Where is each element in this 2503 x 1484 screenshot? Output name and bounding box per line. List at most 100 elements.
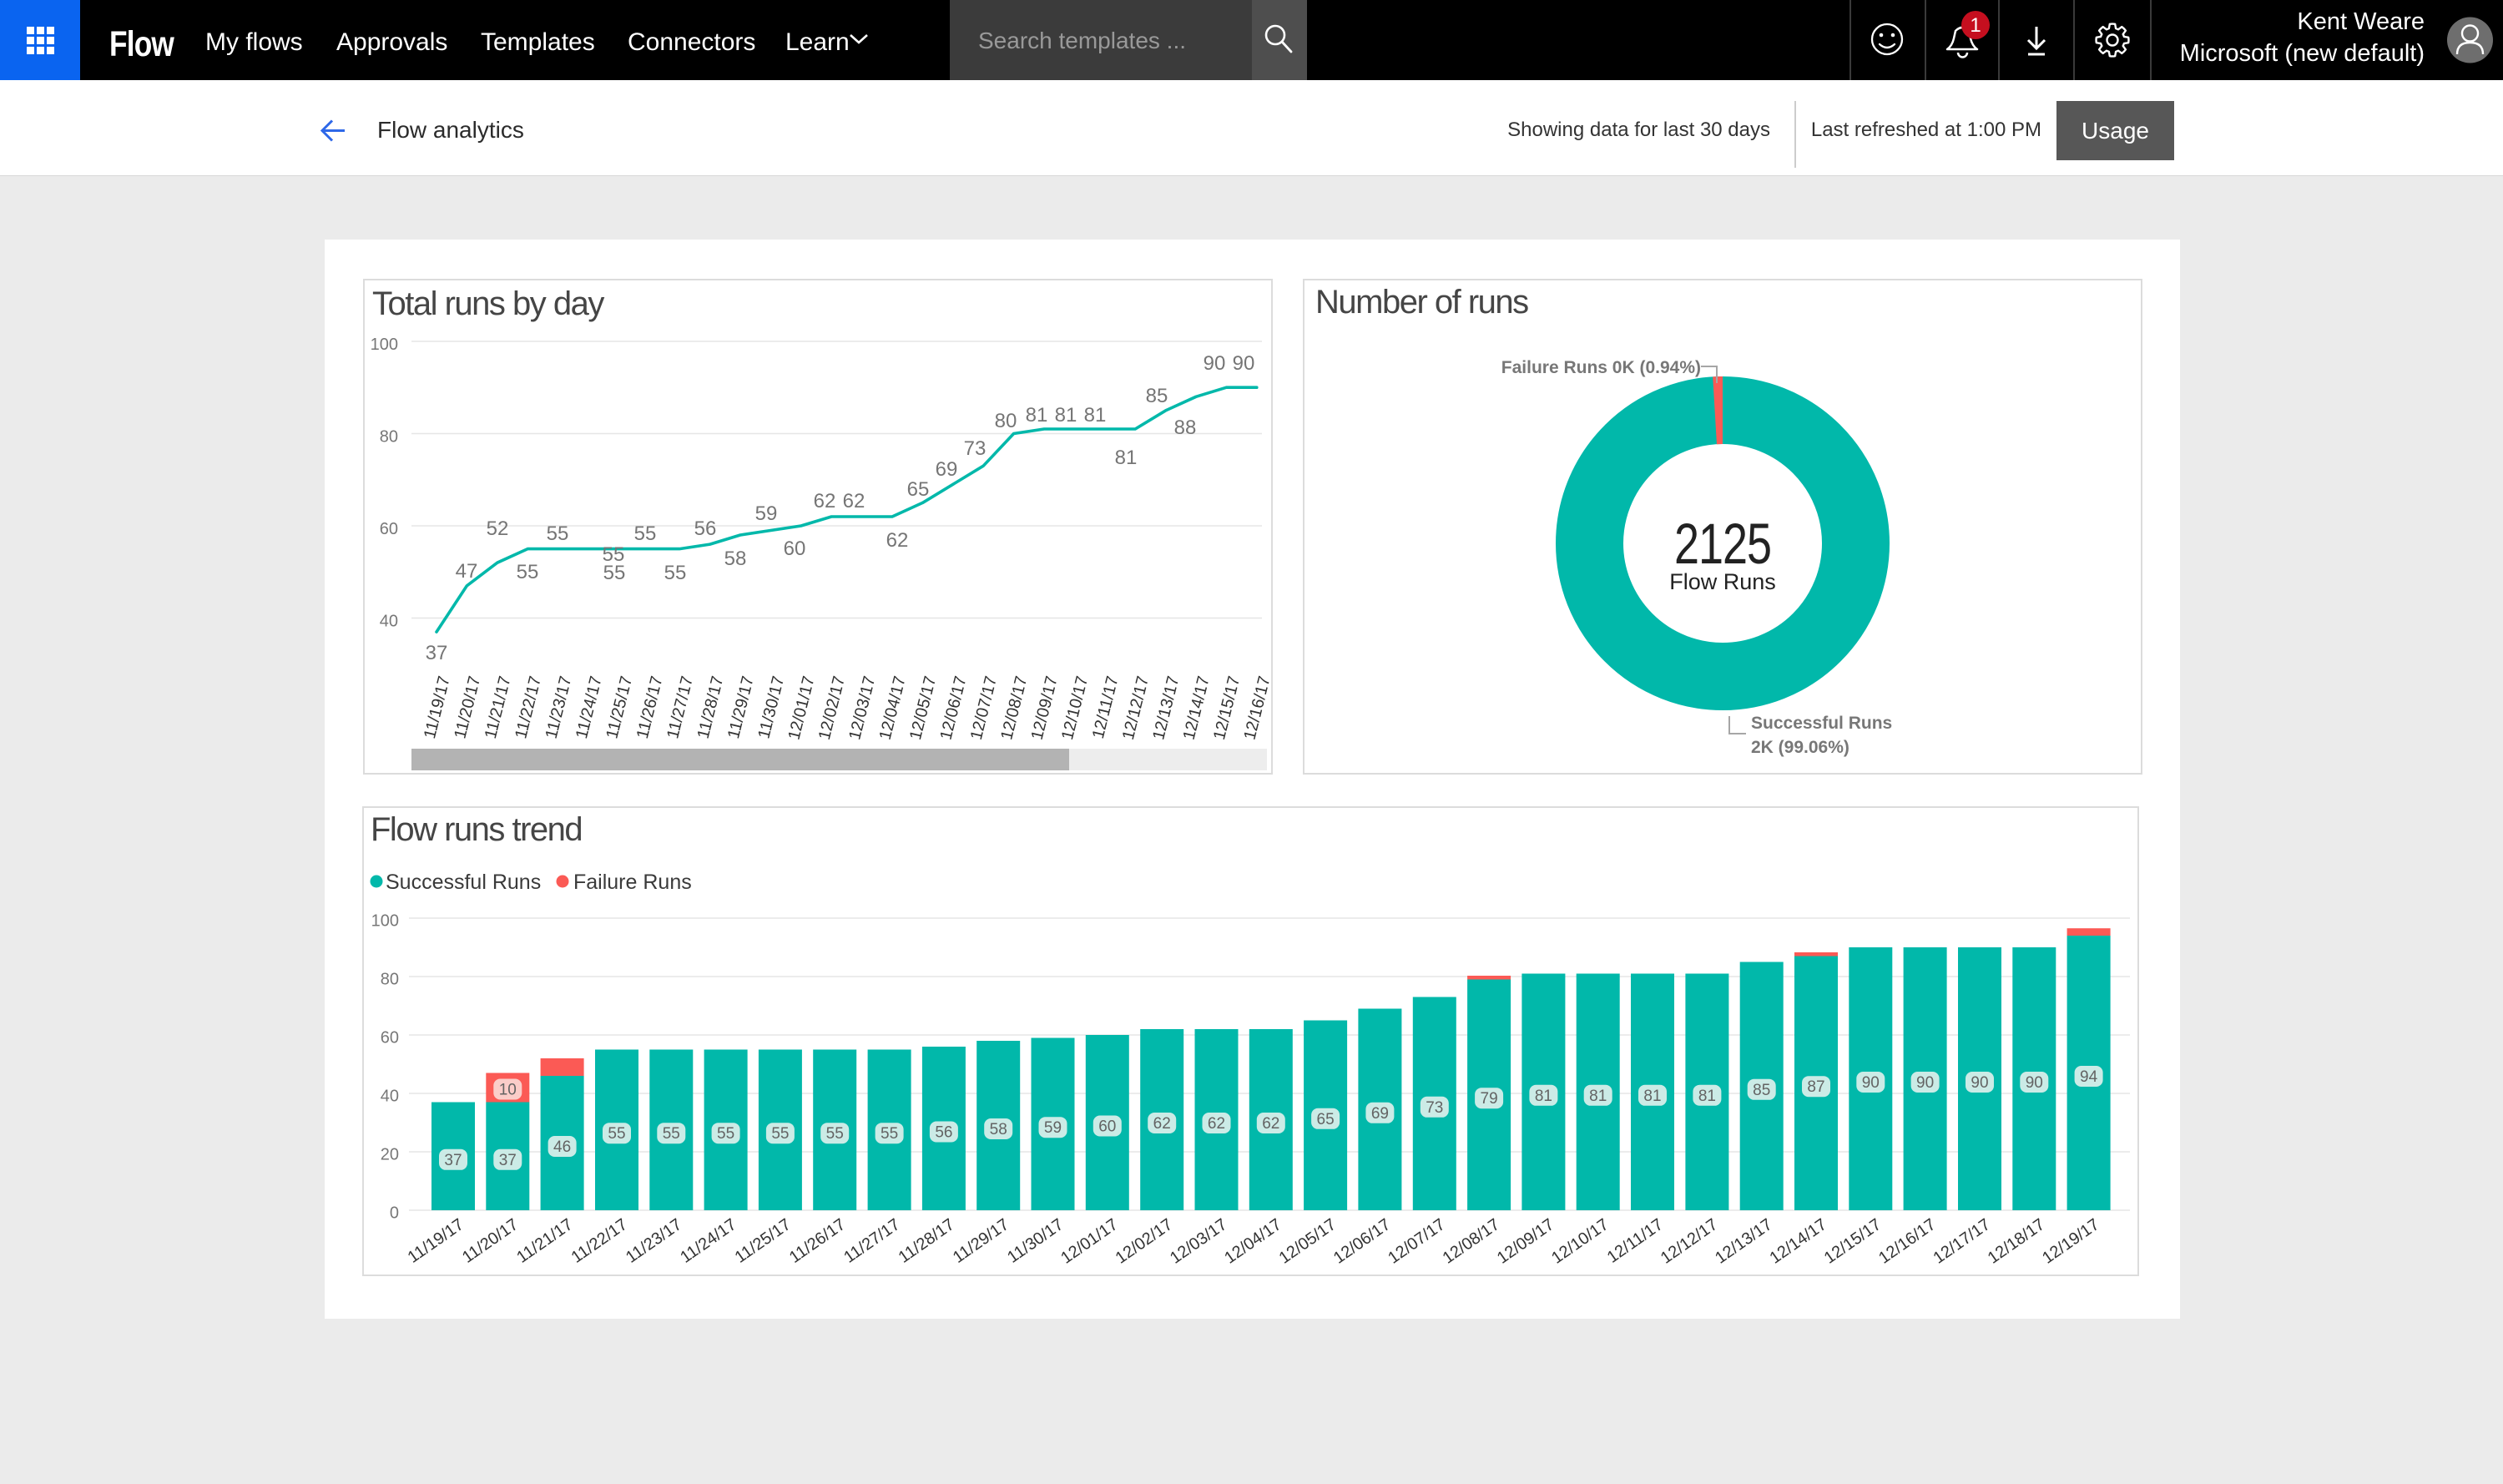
svg-text:11/19/17: 11/19/17 (405, 1215, 467, 1267)
svg-text:90: 90 (1971, 1074, 1988, 1092)
svg-text:81: 81 (1698, 1088, 1716, 1105)
svg-text:11/19/17: 11/19/17 (421, 674, 454, 740)
svg-text:81: 81 (1589, 1088, 1607, 1105)
svg-text:55: 55 (608, 1125, 625, 1143)
svg-text:11/21/17: 11/21/17 (482, 674, 515, 740)
svg-text:12/12/17: 12/12/17 (1119, 674, 1153, 742)
svg-text:12/10/17: 12/10/17 (1058, 674, 1092, 742)
svg-text:11/30/17: 11/30/17 (1004, 1215, 1067, 1267)
svg-text:12/05/17: 12/05/17 (906, 674, 940, 742)
svg-text:11/23/17: 11/23/17 (542, 674, 576, 740)
svg-text:11/26/17: 11/26/17 (786, 1215, 849, 1267)
svg-text:11/29/17: 11/29/17 (950, 1215, 1012, 1267)
svg-text:37: 37 (499, 1152, 517, 1169)
svg-text:12/18/17: 12/18/17 (1985, 1215, 2048, 1268)
svg-text:58: 58 (990, 1121, 1007, 1138)
svg-text:12/01/17: 12/01/17 (1057, 1215, 1121, 1268)
svg-text:62: 62 (1153, 1115, 1171, 1133)
svg-text:11/29/17: 11/29/17 (724, 674, 758, 740)
svg-text:55: 55 (603, 562, 626, 584)
svg-text:58: 58 (724, 548, 747, 570)
svg-text:11/21/17: 11/21/17 (513, 1215, 576, 1267)
svg-text:11/22/17: 11/22/17 (512, 674, 545, 740)
svg-text:62: 62 (886, 529, 909, 552)
svg-text:56: 56 (935, 1124, 952, 1142)
svg-text:90: 90 (1233, 352, 1255, 375)
svg-text:11/25/17: 11/25/17 (732, 1215, 795, 1267)
svg-text:10: 10 (499, 1082, 517, 1099)
svg-text:2K (99.06%): 2K (99.06%) (1751, 738, 1849, 757)
svg-text:55: 55 (881, 1125, 898, 1143)
svg-text:12/13/17: 12/13/17 (1149, 674, 1183, 742)
svg-text:12/10/17: 12/10/17 (1548, 1215, 1612, 1268)
svg-text:12/06/17: 12/06/17 (1330, 1215, 1394, 1268)
svg-text:12/11/17: 12/11/17 (1089, 674, 1123, 740)
svg-text:85: 85 (1753, 1082, 1770, 1099)
svg-text:12/09/17: 12/09/17 (1028, 674, 1062, 742)
svg-text:11/20/17: 11/20/17 (459, 1215, 522, 1267)
svg-text:12/12/17: 12/12/17 (1658, 1215, 1721, 1268)
svg-text:55: 55 (634, 522, 657, 545)
svg-text:59: 59 (755, 502, 778, 525)
svg-text:55: 55 (664, 562, 687, 584)
svg-text:12/04/17: 12/04/17 (876, 674, 910, 742)
svg-text:11/28/17: 11/28/17 (896, 1215, 958, 1267)
svg-text:73: 73 (964, 437, 987, 460)
svg-text:Successful Runs: Successful Runs (1751, 714, 1892, 733)
svg-text:0: 0 (390, 1204, 399, 1223)
svg-text:80: 80 (995, 410, 1017, 432)
svg-text:12/01/17: 12/01/17 (785, 674, 818, 742)
svg-text:11/24/17: 11/24/17 (573, 674, 606, 740)
svg-text:80: 80 (380, 428, 398, 447)
svg-text:81: 81 (1115, 447, 1138, 469)
svg-text:69: 69 (936, 458, 958, 481)
svg-text:81: 81 (1055, 404, 1077, 427)
svg-text:56: 56 (694, 517, 717, 540)
svg-text:62: 62 (1208, 1115, 1225, 1133)
svg-text:12/16/17: 12/16/17 (1875, 1215, 1939, 1268)
svg-text:40: 40 (381, 1088, 399, 1106)
svg-text:55: 55 (663, 1125, 680, 1143)
svg-text:12/03/17: 12/03/17 (845, 674, 879, 742)
svg-text:65: 65 (1317, 1111, 1335, 1128)
svg-text:65: 65 (907, 478, 930, 501)
svg-text:Successful Runs: Successful Runs (386, 871, 541, 894)
svg-text:80: 80 (381, 971, 399, 989)
svg-text:12/11/17: 12/11/17 (1604, 1215, 1667, 1267)
svg-text:60: 60 (381, 1029, 399, 1047)
svg-text:60: 60 (784, 538, 806, 560)
svg-text:12/08/17: 12/08/17 (997, 674, 1031, 742)
svg-text:100: 100 (371, 336, 398, 354)
svg-text:62: 62 (843, 490, 865, 512)
svg-text:85: 85 (1146, 385, 1168, 407)
svg-text:2125: 2125 (1674, 512, 1771, 577)
svg-text:60: 60 (1098, 1118, 1116, 1136)
svg-text:11/20/17: 11/20/17 (451, 674, 484, 740)
svg-text:55: 55 (517, 561, 539, 583)
svg-text:88: 88 (1174, 416, 1197, 439)
svg-text:81: 81 (1026, 404, 1048, 427)
svg-text:12/02/17: 12/02/17 (815, 674, 849, 742)
svg-text:11/24/17: 11/24/17 (677, 1215, 739, 1267)
svg-text:12/14/17: 12/14/17 (1180, 674, 1214, 742)
svg-text:55: 55 (547, 522, 569, 545)
svg-text:12/05/17: 12/05/17 (1276, 1215, 1340, 1268)
svg-text:37: 37 (426, 642, 448, 664)
svg-text:81: 81 (1643, 1088, 1661, 1105)
svg-text:90: 90 (1204, 352, 1226, 375)
svg-text:40: 40 (380, 613, 398, 631)
svg-text:81: 81 (1084, 404, 1107, 427)
svg-text:90: 90 (1862, 1074, 1880, 1092)
svg-text:12/13/17: 12/13/17 (1712, 1215, 1775, 1268)
svg-text:11/26/17: 11/26/17 (633, 674, 667, 740)
svg-text:11/23/17: 11/23/17 (623, 1215, 685, 1267)
svg-text:Flow Runs: Flow Runs (1669, 569, 1776, 594)
svg-text:87: 87 (1807, 1078, 1824, 1096)
svg-text:12/17/17: 12/17/17 (1930, 1215, 1993, 1268)
svg-text:73: 73 (1426, 1099, 1443, 1117)
svg-text:12/06/17: 12/06/17 (936, 674, 970, 742)
svg-text:11/30/17: 11/30/17 (754, 674, 788, 740)
svg-text:79: 79 (1481, 1090, 1498, 1108)
svg-text:52: 52 (487, 517, 509, 540)
svg-text:69: 69 (1371, 1105, 1389, 1123)
